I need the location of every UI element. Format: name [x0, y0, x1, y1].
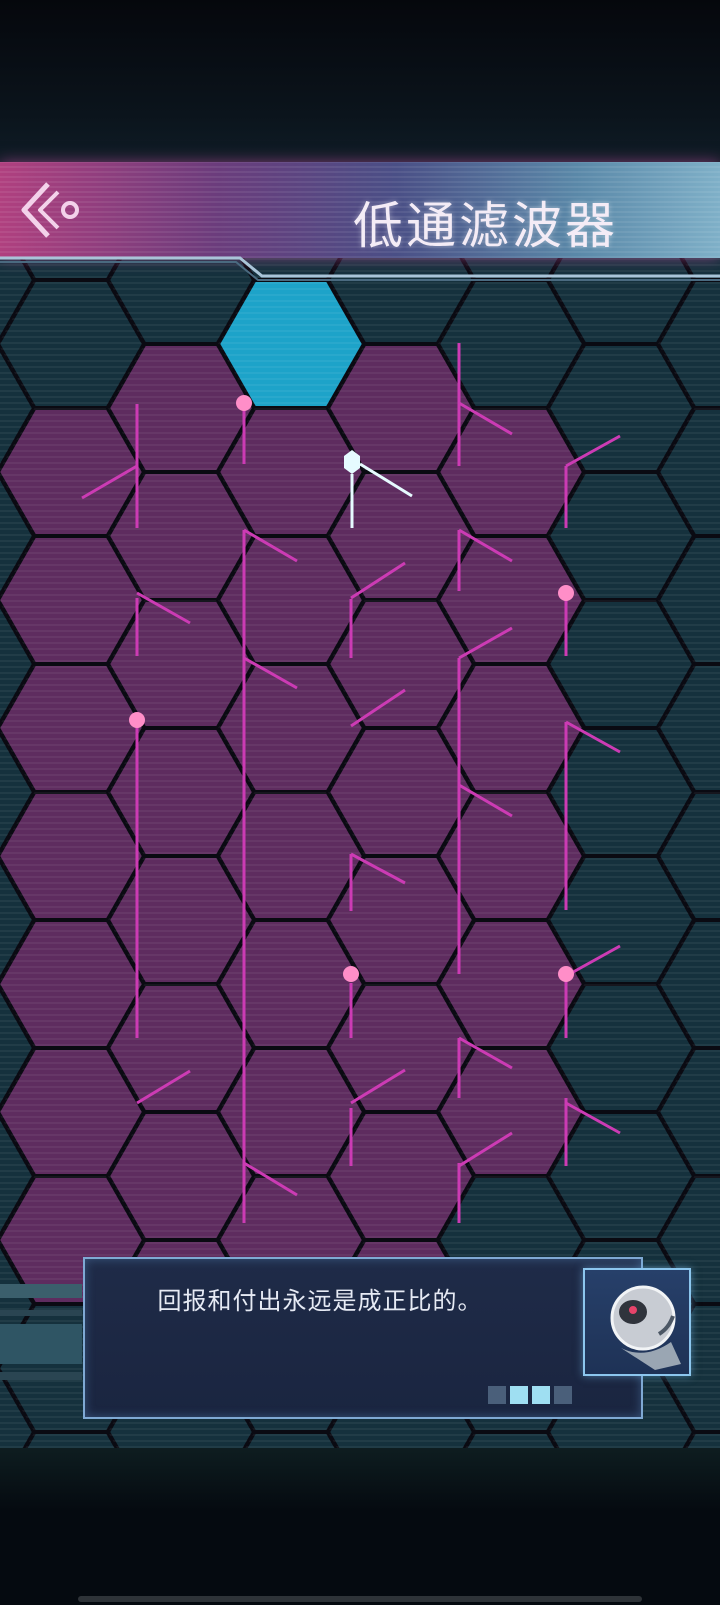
page-dot-active: [532, 1386, 550, 1404]
robot-head-icon: [610, 1285, 681, 1370]
page-title: 低通滤波器: [353, 197, 618, 255]
circuit-endpoint-node: [558, 966, 574, 982]
circuit-endpoint-node: [129, 712, 145, 728]
back-chevron-icon: [21, 182, 79, 238]
title-bar-trim: [0, 256, 720, 281]
dialog-page-indicator: [488, 1386, 572, 1404]
back-button[interactable]: [18, 180, 82, 246]
system-nav-handle[interactable]: [78, 1596, 642, 1602]
left-panel-decoration: [0, 1284, 82, 1380]
top-backdrop: [0, 0, 720, 165]
circuit-endpoint-node: [343, 966, 359, 982]
dialog-text: 回报和付出永远是成正比的。: [157, 1287, 483, 1315]
dialog-box[interactable]: 回报和付出永远是成正比的。: [83, 1257, 643, 1419]
circuit-endpoint-node: [558, 585, 574, 601]
page-dot-active: [510, 1386, 528, 1404]
bottom-backdrop: [0, 1448, 720, 1605]
circuit-endpoint-node: [236, 395, 252, 411]
page-dot: [488, 1386, 506, 1404]
page-dot: [554, 1386, 572, 1404]
avatar: [583, 1268, 691, 1376]
